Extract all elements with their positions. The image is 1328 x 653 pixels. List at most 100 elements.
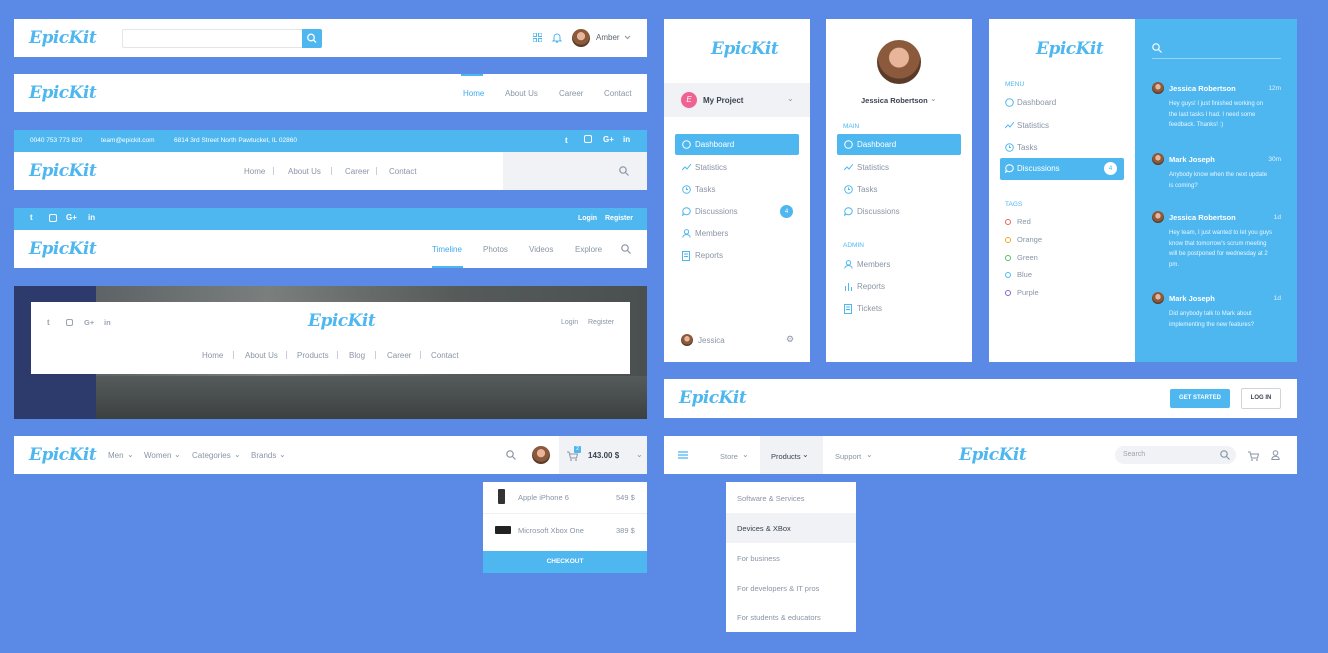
sidebar-item-statistics[interactable]: Statistics — [1000, 118, 1124, 134]
sidebar-item-tasks[interactable]: Tasks — [1000, 140, 1124, 156]
dropdown-item[interactable]: For business — [726, 543, 856, 573]
chat-message[interactable]: Mark Joseph 1d Did anybody talk to Mark … — [1135, 291, 1297, 336]
sidebar-item-dashboard[interactable]: Dashboard — [837, 134, 961, 155]
register-link[interactable]: Register — [605, 215, 633, 222]
logo[interactable]: EpicKit — [711, 39, 779, 59]
sidebar-item-dashboard[interactable]: Dashboard — [1000, 95, 1124, 111]
dropdown-item[interactable]: For developers & IT pros — [726, 573, 856, 603]
sidebar-item-members[interactable]: Members — [837, 257, 961, 273]
avatar[interactable] — [681, 334, 693, 346]
chat-message[interactable]: Mark Joseph 30m Anybody know when the ne… — [1135, 152, 1297, 192]
sidebar-item-dashboard[interactable]: Dashboard — [675, 134, 799, 155]
dropdown-item[interactable]: Software & Services — [726, 483, 856, 513]
logo[interactable]: EpicKit — [29, 83, 97, 103]
search-button[interactable] — [302, 29, 322, 48]
get-started-button[interactable]: GET STARTED — [1170, 389, 1230, 408]
sidebar-item-discussions[interactable]: Discussions 4 — [1000, 158, 1124, 180]
nav-women[interactable]: Women — [144, 451, 171, 460]
linkedin-icon[interactable]: in — [88, 213, 95, 222]
twitter-icon[interactable]: t — [565, 136, 568, 145]
logo[interactable]: EpicKit — [29, 239, 97, 259]
nav-photos[interactable]: Photos — [483, 245, 508, 254]
sidebar-item-reports[interactable]: Reports — [675, 248, 799, 264]
avatar[interactable] — [532, 446, 550, 464]
twitter-icon[interactable]: t — [47, 318, 50, 327]
sidebar-item-reports[interactable]: Reports — [837, 279, 961, 295]
tag-orange[interactable]: Orange — [1005, 235, 1042, 244]
login-link[interactable]: Login — [561, 319, 578, 326]
nav-career[interactable]: Career — [559, 89, 583, 98]
checkout-button[interactable]: CHECKOUT — [483, 551, 647, 573]
sidebar-item-statistics[interactable]: Statistics — [675, 160, 799, 176]
instagram-icon[interactable] — [584, 135, 592, 143]
logo[interactable]: EpicKit — [29, 445, 97, 465]
grid-icon[interactable] — [533, 33, 542, 42]
sidebar-item-members[interactable]: Members — [675, 226, 799, 242]
logo[interactable]: EpicKit — [29, 161, 97, 181]
chat-message[interactable]: Jessica Robertson 12m Hey guys! I just f… — [1135, 81, 1297, 141]
hamburger-menu-icon[interactable] — [678, 451, 688, 459]
sidebar-item-tasks[interactable]: Tasks — [837, 182, 961, 198]
login-link[interactable]: Login — [578, 215, 597, 222]
sidebar-item-tasks[interactable]: Tasks — [675, 182, 799, 198]
chevron-down-icon[interactable]: ⌄ — [930, 94, 937, 103]
nav-contact[interactable]: Contact — [431, 351, 459, 360]
sidebar-item-statistics[interactable]: Statistics — [837, 160, 961, 176]
nav-about-us[interactable]: About Us — [505, 89, 538, 98]
sidebar-item-tickets[interactable]: Tickets — [837, 301, 961, 317]
google-plus-icon[interactable]: G+ — [603, 135, 614, 144]
avatar[interactable] — [572, 29, 590, 47]
nav-brands[interactable]: Brands — [251, 451, 276, 460]
linkedin-icon[interactable]: in — [104, 318, 111, 327]
email[interactable]: team@epickit.com — [101, 137, 155, 144]
nav-home[interactable]: Home — [244, 167, 265, 176]
search-area[interactable] — [503, 152, 647, 190]
linkedin-icon[interactable]: in — [623, 135, 630, 144]
nav-about-us[interactable]: About Us — [245, 351, 278, 360]
nav-contact[interactable]: Contact — [389, 167, 417, 176]
logo[interactable]: EpicKit — [679, 388, 747, 408]
tag-red[interactable]: Red — [1005, 217, 1031, 226]
twitter-icon[interactable]: t — [30, 213, 33, 222]
profile-avatar[interactable] — [877, 40, 921, 84]
instagram-icon[interactable] — [49, 214, 57, 222]
tag-purple[interactable]: Purple — [1005, 288, 1039, 297]
user-icon[interactable] — [1271, 450, 1280, 460]
user-name[interactable]: Jessica — [698, 336, 725, 345]
search-icon[interactable] — [621, 244, 631, 254]
search-icon[interactable] — [619, 166, 629, 176]
nav-about-us[interactable]: About Us — [288, 167, 321, 176]
chevron-down-icon[interactable] — [624, 35, 631, 40]
project-selector[interactable]: E My Project ⌄ — [664, 83, 810, 117]
bell-icon[interactable] — [552, 32, 562, 43]
profile-name[interactable]: Jessica Robertson — [861, 96, 928, 105]
nav-men[interactable]: Men — [108, 451, 124, 460]
dropdown-item[interactable]: For students & educators — [726, 602, 856, 632]
nav-career[interactable]: Career — [387, 351, 411, 360]
login-button[interactable]: LOG IN — [1241, 388, 1281, 409]
cart-item[interactable]: Microsoft Xbox One 389 $ — [483, 514, 647, 549]
google-plus-icon[interactable]: G+ — [66, 213, 77, 222]
user-name[interactable]: Amber — [596, 33, 620, 42]
nav-store[interactable]: Store — [720, 452, 738, 461]
search-icon[interactable] — [1220, 450, 1230, 460]
sidebar-item-discussions[interactable]: Discussions 4 — [675, 204, 799, 220]
cart-button[interactable]: 2 143.00 $ ⌄ — [559, 436, 647, 474]
nav-contact[interactable]: Contact — [604, 89, 632, 98]
gear-icon[interactable]: ⚙ — [786, 334, 794, 345]
nav-videos[interactable]: Videos — [529, 245, 553, 254]
logo[interactable]: EpicKit — [959, 445, 1027, 465]
google-plus-icon[interactable]: G+ — [84, 318, 94, 327]
tag-green[interactable]: Green — [1005, 253, 1038, 262]
nav-products[interactable]: Products — [297, 351, 329, 360]
phone[interactable]: 0040 753 773 820 — [30, 137, 82, 144]
cart-item[interactable]: Apple iPhone 6 549 $ — [483, 482, 647, 514]
dropdown-item-active[interactable]: Devices & XBox — [726, 513, 856, 543]
sidebar-item-discussions[interactable]: Discussions — [837, 204, 961, 220]
search-input[interactable] — [122, 29, 303, 48]
nav-home[interactable]: Home — [463, 89, 484, 98]
logo[interactable]: EpicKit — [29, 28, 97, 48]
logo[interactable]: EpicKit — [308, 311, 376, 331]
instagram-icon[interactable] — [66, 319, 73, 326]
nav-categories[interactable]: Categories — [192, 451, 231, 460]
